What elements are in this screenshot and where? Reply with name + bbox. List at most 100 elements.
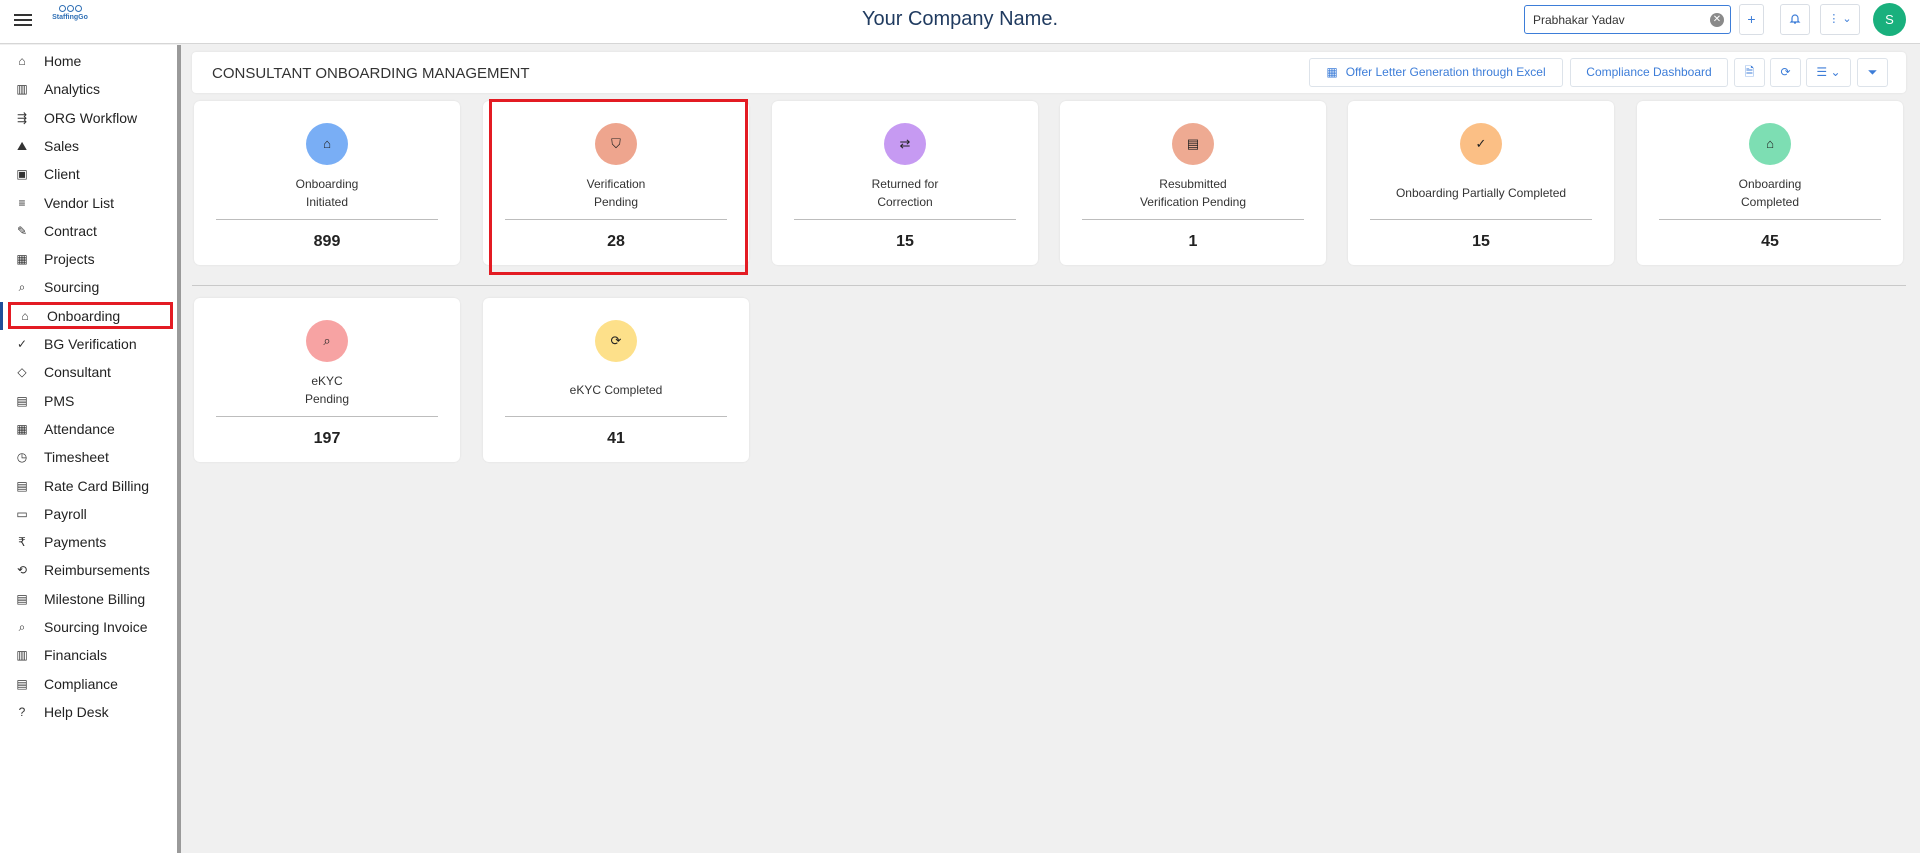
sidebar-item-timesheet[interactable]: ◷ Timesheet — [0, 443, 175, 471]
sidebar-item-onboarding[interactable]: ⌂ Onboarding — [0, 301, 175, 330]
status-card-returned-for-correction[interactable]: ⇄ Returned for Correction 15 — [772, 101, 1038, 265]
sidebar-item-consultant[interactable]: ◇ Consultant — [0, 358, 175, 386]
card-count: 197 — [313, 430, 341, 447]
page-header: CONSULTANT ONBOARDING MANAGEMENT ▦ Offer … — [192, 52, 1906, 93]
sidebar-item-home[interactable]: ⌂ Home — [0, 47, 175, 75]
sidebar-scrollbar[interactable] — [177, 45, 181, 853]
avatar[interactable]: S — [1873, 3, 1906, 36]
notifications-button[interactable] — [1780, 4, 1810, 35]
refresh-button[interactable]: ⟳ — [1770, 58, 1801, 87]
sidebar-item-client[interactable]: ▣ Client — [0, 160, 175, 188]
sidebar-item-label: Sourcing — [44, 279, 100, 296]
card-divider — [1370, 219, 1592, 220]
card-divider — [794, 219, 1016, 220]
help-icon: ? — [18, 704, 26, 719]
sidebar-item-projects[interactable]: ▦ Projects — [0, 245, 175, 273]
status-card-onboarding-partially-completed[interactable]: ✓ Onboarding Partially Completed 15 — [1348, 101, 1614, 265]
partial-check-icon: ✓ — [1460, 123, 1502, 165]
sidebar-item-help-desk[interactable]: ? Help Desk — [0, 698, 175, 726]
sidebar-item-label: Analytics — [44, 81, 101, 98]
sidebar-item-label: Financials — [44, 647, 108, 664]
sidebar-item-sales[interactable]: ⛰ Sales — [0, 132, 175, 160]
sidebar-item-compliance[interactable]: ▤ Compliance — [0, 670, 175, 698]
sidebar-item-bg-verification[interactable]: ✓ BG Verification — [0, 330, 175, 358]
consultant-icon: ◇ — [17, 365, 27, 380]
sidebar-item-payroll[interactable]: ▭ Payroll — [0, 500, 175, 528]
home-check-icon: ⌂ — [1749, 123, 1791, 165]
logo[interactable]: StaffingGo — [48, 5, 92, 35]
document-button[interactable]: 🗎 — [1734, 58, 1765, 87]
analytics-icon: ▥ — [16, 82, 28, 97]
sidebar-item-vendor-list[interactable]: ≡ Vendor List — [0, 189, 175, 217]
plus-icon: + — [1747, 11, 1756, 27]
status-card-ekyc-completed[interactable]: ⟳ eKYC Completed 41 — [483, 298, 749, 462]
timesheet-icon: ◷ — [16, 450, 28, 465]
search-field[interactable]: ✕ — [1524, 5, 1731, 34]
invoice-icon: ⌕ — [18, 620, 26, 634]
card-divider — [505, 219, 727, 220]
sidebar-item-attendance[interactable]: ▦ Attendance — [0, 415, 175, 443]
card-label: Onboarding Initiated — [295, 177, 359, 209]
sidebar-item-milestone-billing[interactable]: ▤ Milestone Billing — [0, 585, 175, 613]
sidebar-item-label: Home — [44, 53, 82, 69]
sidebar-item-sourcing[interactable]: ⌕ Sourcing — [0, 273, 175, 301]
card-label: eKYC Completed — [569, 383, 663, 397]
list-view-button[interactable]: ☰ ⌄ — [1806, 58, 1851, 87]
status-card-onboarding-completed[interactable]: ⌂ Onboarding Completed 45 — [1637, 101, 1903, 265]
sidebar-item-label: Reimbursements — [44, 562, 150, 579]
sales-icon: ⛰ — [16, 138, 28, 153]
sync-check-icon: ⟳ — [595, 320, 637, 362]
sidebar-item-rate-card-billing[interactable]: ▤ Rate Card Billing — [0, 472, 175, 500]
sidebar-item-label: Consultant — [44, 364, 111, 381]
sidebar-item-reimbursements[interactable]: ⟲ Reimbursements — [0, 556, 175, 584]
rate-card-icon: ▤ — [16, 478, 28, 493]
sidebar-item-financials[interactable]: ▥ Financials — [0, 641, 175, 669]
card-count: 41 — [607, 430, 625, 447]
card-label: Onboarding Partially Completed — [1395, 186, 1567, 200]
sidebar-item-label: Compliance — [44, 675, 118, 692]
sidebar-item-label: Sales — [44, 137, 80, 154]
card-label: Onboarding Completed — [1738, 177, 1802, 209]
card-label: Returned for Correction — [871, 177, 939, 209]
status-card-verification-pending[interactable]: ⛉ Verification Pending 28 — [483, 101, 749, 265]
contract-icon: ✎ — [16, 223, 28, 238]
pms-icon: ▤ — [16, 393, 28, 408]
hamburger-menu-icon[interactable] — [14, 11, 32, 29]
clear-search-icon[interactable]: ✕ — [1710, 13, 1724, 27]
sidebar-item-org-workflow[interactable]: ⇶ ORG Workflow — [0, 104, 175, 132]
return-arrows-icon: ⇄ — [884, 123, 926, 165]
status-card-onboarding-initiated[interactable]: ⌂ Onboarding Initiated 899 — [194, 101, 460, 265]
sidebar-item-payments[interactable]: ₹ Payments — [0, 528, 175, 556]
more-options-button[interactable]: ⋮ ⌄ — [1820, 4, 1860, 35]
status-card-resubmitted-verification-pending[interactable]: ▤ Resubmitted Verification Pending 1 — [1060, 101, 1326, 265]
sidebar-item-sourcing-invoice[interactable]: ⌕ Sourcing Invoice — [0, 613, 175, 641]
shield-icon: ⛉ — [595, 123, 637, 165]
page-title: CONSULTANT ONBOARDING MANAGEMENT — [212, 65, 530, 82]
card-count: 15 — [1472, 233, 1490, 250]
sourcing-icon: ⌕ — [18, 280, 26, 295]
top-bar: StaffingGo Your Company Name. ✕ + ⋮ ⌄ S — [0, 0, 1920, 44]
sidebar-item-contract[interactable]: ✎ Contract — [0, 217, 175, 245]
card-count: 45 — [1761, 233, 1779, 250]
search-badge-icon: ⌕ — [306, 320, 348, 362]
logo-mark — [48, 5, 92, 12]
home-upload-icon: ⌂ — [306, 123, 348, 165]
filter-button[interactable]: ⏷ — [1857, 58, 1888, 87]
sidebar-item-label: ORG Workflow — [44, 109, 138, 126]
compliance-dashboard-button[interactable]: Compliance Dashboard — [1570, 58, 1728, 87]
card-label: Verification Pending — [586, 177, 646, 209]
kebab-icon: ⋮ ⌄ — [1828, 13, 1852, 25]
card-label: eKYC Pending — [304, 374, 350, 406]
offer-letter-button[interactable]: ▦ Offer Letter Generation through Excel — [1309, 58, 1563, 87]
add-button[interactable]: + — [1739, 4, 1764, 35]
card-divider — [1659, 219, 1881, 220]
sidebar-item-analytics[interactable]: ▥ Analytics — [0, 75, 175, 103]
search-input[interactable] — [1525, 6, 1695, 33]
logo-text: StaffingGo — [52, 14, 88, 21]
document-icon: 🗎 — [1744, 65, 1755, 79]
sidebar-item-pms[interactable]: ▤ PMS — [0, 387, 175, 415]
compliance-dashboard-label: Compliance Dashboard — [1586, 65, 1712, 79]
workflow-icon: ⇶ — [16, 110, 28, 125]
status-card-ekyc-pending[interactable]: ⌕ eKYC Pending 197 — [194, 298, 460, 462]
sidebar-item-label: Help Desk — [44, 703, 109, 720]
